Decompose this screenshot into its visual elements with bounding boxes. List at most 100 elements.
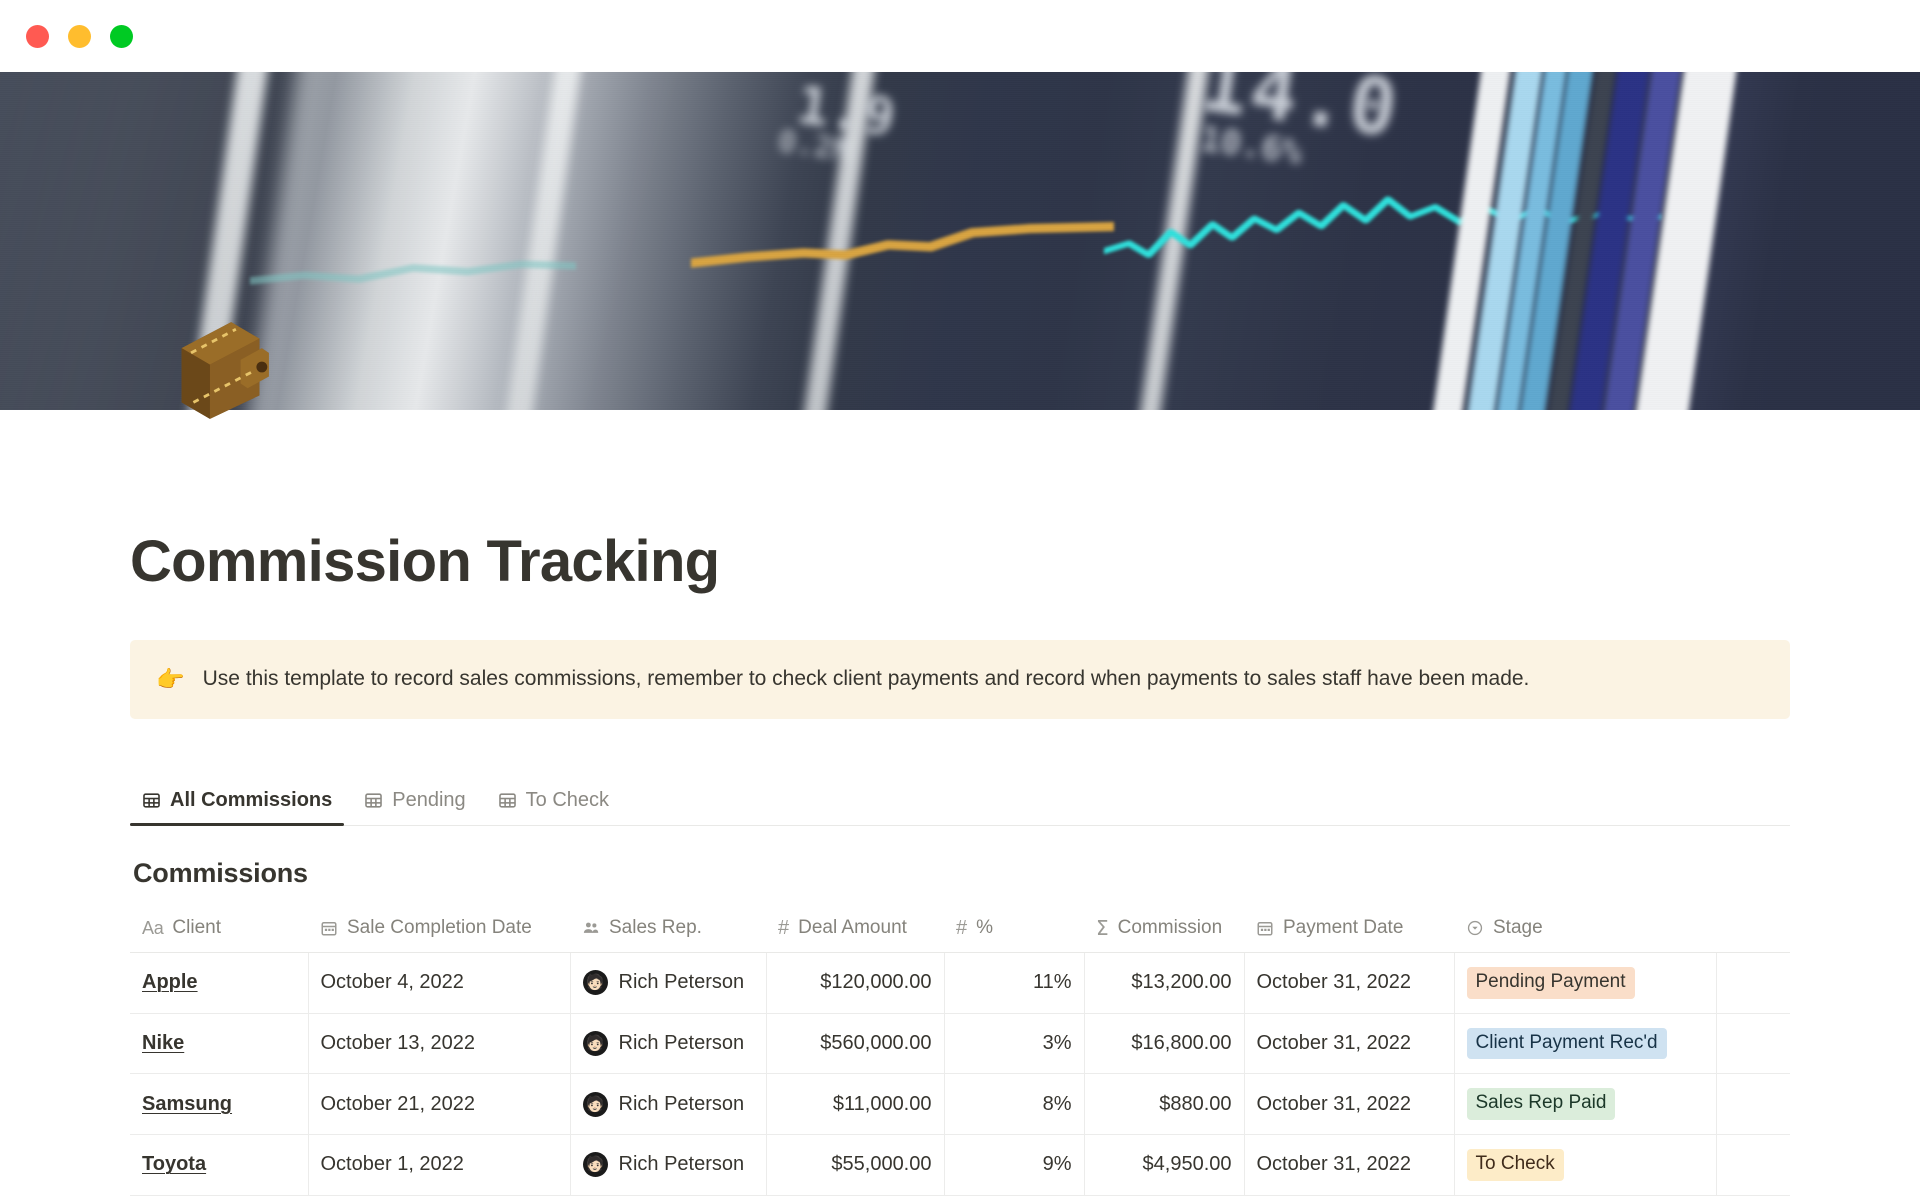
client-link[interactable]: Toyota [142, 1153, 206, 1175]
client-link[interactable]: Nike [142, 1032, 184, 1054]
cell-percent[interactable]: 11% [944, 952, 1085, 1014]
tab-to-check[interactable]: To Check [486, 785, 621, 825]
page-title: Commission Tracking [130, 529, 720, 594]
cell-percent[interactable]: 3% [944, 1013, 1085, 1075]
traffic-lights [26, 24, 133, 48]
column-label: % [976, 917, 994, 939]
cell-deal-amount[interactable]: $11,000.00 [766, 1073, 945, 1136]
cell-pad [1716, 952, 1790, 1014]
number-hash-icon: # [778, 917, 790, 940]
client-link[interactable]: Samsung [142, 1093, 232, 1115]
close-window-button[interactable] [26, 24, 49, 48]
column-header-commission[interactable]: Σ Commission [1084, 907, 1244, 954]
table-row[interactable]: Toyota October 1, 2022 🧑🏻 Rich Peterson … [130, 1134, 1790, 1196]
cell-payment-date[interactable]: October 31, 2022 [1244, 1013, 1455, 1075]
footer-pad-stage [1454, 1195, 1716, 1200]
column-header-deal-amount[interactable]: # Deal Amount [766, 907, 944, 954]
cell-percent[interactable]: 8% [944, 1073, 1085, 1136]
cell-payment-date[interactable]: October 31, 2022 [1244, 1134, 1455, 1196]
cell-pad [1716, 1134, 1790, 1196]
cell-stage[interactable]: Client Payment Rec'd [1454, 1013, 1717, 1075]
cell-client[interactable]: Samsung [130, 1073, 309, 1136]
cell-percent[interactable]: 9% [944, 1134, 1085, 1196]
database-title: Commissions [133, 858, 308, 889]
cell-sales-rep[interactable]: 🧑🏻 Rich Peterson [570, 952, 767, 1014]
status-badge: Pending Payment [1466, 967, 1635, 999]
status-badge: Sales Rep Paid [1466, 1088, 1616, 1121]
pointing-hand-icon: 👉 [156, 666, 185, 692]
footer-deal-amount-sum[interactable]: SUM$746,000.00 [766, 1195, 944, 1200]
database-view-tabs: All Commissions Pending To Check [130, 785, 1790, 827]
window-titlebar [0, 0, 1920, 72]
status-badge: To Check [1466, 1149, 1564, 1181]
cell-payment-date[interactable]: October 31, 2022 [1244, 1073, 1455, 1136]
cell-deal-amount[interactable]: $560,000.00 [766, 1013, 945, 1075]
cell-commission[interactable]: $16,800.00 [1084, 1013, 1245, 1075]
cell-sale-completion-date[interactable]: October 1, 2022 [308, 1134, 571, 1196]
callout-block: 👉 Use this template to record sales comm… [130, 640, 1790, 720]
cell-deal-amount[interactable]: $55,000.00 [766, 1134, 945, 1196]
select-chevron-icon [1467, 920, 1483, 936]
number-hash-icon: # [956, 917, 968, 940]
column-header-stage[interactable]: Stage [1454, 907, 1716, 954]
wallet-icon[interactable] [158, 308, 276, 426]
column-label: Sales Rep. [609, 917, 702, 939]
cell-deal-amount[interactable]: $120,000.00 [766, 952, 945, 1014]
cell-commission[interactable]: $13,200.00 [1084, 952, 1245, 1014]
column-header-payment-date[interactable]: Payment Date [1244, 907, 1454, 954]
cell-sale-completion-date[interactable]: October 4, 2022 [308, 952, 571, 1014]
tab-pending[interactable]: Pending [352, 785, 477, 825]
maximize-window-button[interactable] [110, 24, 133, 48]
column-header-add[interactable] [1716, 907, 1790, 954]
tab-label: To Check [525, 789, 610, 812]
table-icon [365, 793, 383, 808]
table-header-row: Aa Client Sale Completion Date Sales Rep… [130, 907, 1790, 954]
cell-stage[interactable]: Pending Payment [1454, 952, 1717, 1014]
cell-client[interactable]: Apple [130, 952, 309, 1014]
cell-sales-rep[interactable]: 🧑🏻 Rich Peterson [570, 1073, 767, 1136]
status-badge: Client Payment Rec'd [1466, 1027, 1667, 1060]
sales-rep-name: Rich Peterson [618, 1153, 745, 1176]
page-cover-image: 1.9 0.2M 14.0 10.6% [0, 72, 1920, 410]
cell-commission[interactable]: $4,950.00 [1084, 1134, 1245, 1196]
cell-stage[interactable]: To Check [1454, 1134, 1717, 1196]
tab-label: Pending [392, 789, 466, 812]
cell-sales-rep[interactable]: 🧑🏻 Rich Peterson [570, 1134, 767, 1196]
client-link[interactable]: Apple [142, 971, 198, 993]
cell-stage[interactable]: Sales Rep Paid [1454, 1073, 1717, 1136]
column-header-sales-rep[interactable]: Sales Rep. [570, 907, 766, 954]
people-icon [583, 922, 599, 933]
cell-sale-completion-date[interactable]: October 21, 2022 [308, 1073, 571, 1136]
cover-gold-trendline-icon [691, 221, 1114, 268]
avatar: 🧑🏻 [582, 970, 608, 996]
cell-payment-date[interactable]: October 31, 2022 [1244, 952, 1455, 1014]
footer-pad-date [308, 1195, 570, 1200]
tab-all-commissions[interactable]: All Commissions [130, 785, 345, 827]
cell-sales-rep[interactable]: 🧑🏻 Rich Peterson [570, 1013, 767, 1075]
cover-teal-trendline-icon [249, 260, 576, 286]
sales-rep-name: Rich Peterson [618, 1032, 745, 1055]
table-row[interactable]: Samsung October 21, 2022 🧑🏻 Rich Peterso… [130, 1073, 1790, 1136]
footer-pad-percent [944, 1195, 1084, 1200]
sales-rep-name: Rich Peterson [618, 1092, 745, 1115]
table-row[interactable]: Nike October 13, 2022 🧑🏻 Rich Peterson $… [130, 1013, 1790, 1075]
column-header-percent[interactable]: # % [944, 907, 1084, 954]
cell-commission[interactable]: $880.00 [1084, 1073, 1245, 1136]
cell-client[interactable]: Nike [130, 1013, 309, 1075]
column-label: Stage [1493, 917, 1543, 939]
avatar: 🧑🏻 [582, 1152, 608, 1178]
column-label: Commission [1117, 917, 1223, 939]
avatar: 🧑🏻 [582, 1031, 608, 1057]
cell-sale-completion-date[interactable]: October 13, 2022 [308, 1013, 571, 1075]
minimize-window-button[interactable] [68, 24, 91, 48]
sales-rep-name: Rich Peterson [618, 971, 745, 994]
cell-client[interactable]: Toyota [130, 1134, 309, 1196]
table-row[interactable]: Apple October 4, 2022 🧑🏻 Rich Peterson $… [130, 952, 1790, 1014]
footer-pad-end [1716, 1195, 1790, 1200]
page-body: Commission Tracking 👉 Use this template … [0, 528, 1920, 1200]
column-header-sale-completion-date[interactable]: Sale Completion Date [308, 907, 570, 954]
footer-commission-sum[interactable]: SUM$35,830.00 [1084, 1195, 1244, 1200]
column-header-client[interactable]: Aa Client [130, 907, 308, 954]
column-label: Client [172, 917, 221, 939]
column-label: Payment Date [1283, 917, 1404, 939]
